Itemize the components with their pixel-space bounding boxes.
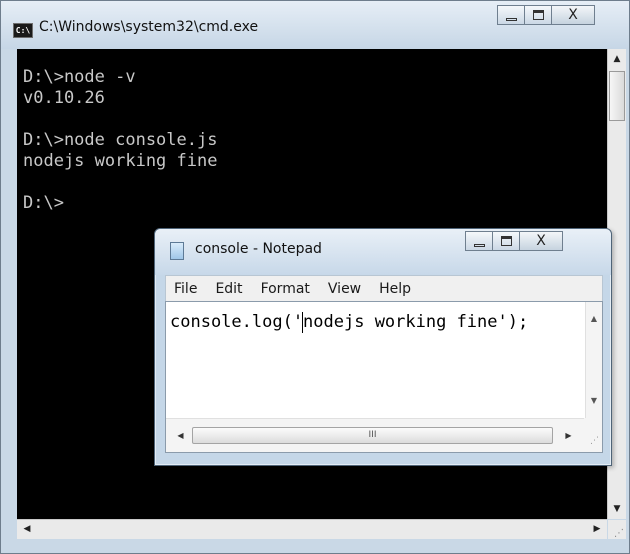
cmd-resize-grip-icon[interactable] [608,520,626,539]
scroll-up-arrow-icon[interactable]: ▲ [608,49,626,69]
console-line: nodejs working fine [23,151,218,171]
console-line: D:\>node console.js [23,130,218,150]
notepad-minimize-button[interactable] [465,231,493,251]
close-icon: X [568,7,578,23]
menu-help[interactable]: Help [377,279,413,299]
minimize-icon [506,18,517,21]
scroll-right-arrow-icon[interactable]: ▶ [587,520,607,539]
cmd-maximize-button[interactable] [524,5,552,25]
notepad-close-button[interactable]: X [519,231,563,251]
notepad-horizontal-scrollbar[interactable]: ◀ III ▶ [166,418,585,452]
menu-file[interactable]: File [172,279,199,299]
console-line: D:\>node -v [23,67,136,87]
cmd-vertical-scroll-thumb[interactable] [609,71,625,121]
console-output: D:\>node -v v0.10.26 D:\>node console.js… [17,49,607,214]
menu-format[interactable]: Format [259,279,312,299]
notepad-horizontal-scroll-thumb[interactable]: III [192,427,553,444]
notepad-window-title: console - Notepad [195,241,322,257]
scroll-down-arrow-icon[interactable]: ▼ [586,392,602,409]
close-icon: X [536,233,546,249]
scroll-left-arrow-icon[interactable]: ◀ [172,427,189,444]
cmd-close-button[interactable]: X [551,5,595,25]
text-caret [302,312,303,333]
menu-view[interactable]: View [326,279,363,299]
cmd-window-controls: X [497,5,595,25]
scroll-up-arrow-icon[interactable]: ▲ [586,310,602,327]
notepad-resize-grip-icon[interactable] [584,418,602,452]
notepad-content: console.log('nodejs working fine'); [170,312,529,332]
notepad-window-controls: X [465,231,563,251]
notepad-titlebar[interactable]: console - Notepad X [155,229,611,275]
scroll-right-arrow-icon[interactable]: ▶ [560,427,577,444]
notepad-vertical-scrollbar[interactable]: ▲ ▼ [585,302,602,419]
cmd-minimize-button[interactable] [497,5,525,25]
cmd-titlebar[interactable]: C:\ C:\Windows\system32\cmd.exe X [1,1,629,49]
cmd-app-icon: C:\ [13,23,33,38]
maximize-icon [533,10,544,20]
scroll-left-arrow-icon[interactable]: ◀ [17,520,37,539]
notepad-text-area[interactable]: console.log('nodejs working fine'); ▲ ▼ … [165,301,603,453]
console-line: D:\> [23,193,64,213]
minimize-icon [474,244,485,247]
menu-edit[interactable]: Edit [213,279,244,299]
cmd-horizontal-scrollbar[interactable]: ◀ ▶ [17,519,607,539]
cmd-window-title: C:\Windows\system32\cmd.exe [39,19,259,35]
notepad-app-icon [170,242,184,260]
scroll-down-arrow-icon[interactable]: ▼ [608,499,626,519]
maximize-icon [501,236,512,246]
notepad-maximize-button[interactable] [492,231,520,251]
notepad-window[interactable]: console - Notepad X File Edit Format Vie… [154,228,612,466]
console-line: v0.10.26 [23,88,105,108]
notepad-menubar: File Edit Format View Help [165,275,603,301]
